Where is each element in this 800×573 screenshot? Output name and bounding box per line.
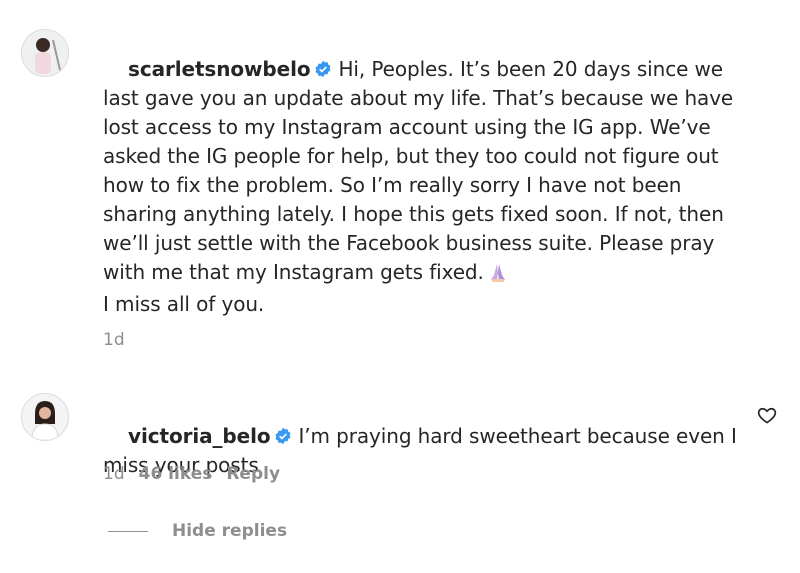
hide-replies-button[interactable]: Hide replies [108,519,287,543]
reply-button[interactable]: Reply [226,464,280,484]
reply-username[interactable]: victoria_belo [128,424,271,448]
verified-badge-icon [315,60,331,78]
avatar-image [22,30,68,76]
praying-hands-icon [490,264,505,282]
reply-likes-count[interactable]: 46 likes [139,464,213,484]
heart-icon[interactable] [757,405,777,425]
comment-extra-text: I miss all of you. [103,292,265,316]
hide-replies-divider [108,530,148,532]
comment-username[interactable]: scarletsnowbelo [128,57,311,81]
reply-meta: 1d 46 likes Reply [103,464,280,484]
avatar-image [22,394,68,440]
avatar-victoria_belo[interactable] [21,393,69,441]
comment-text: Hi, Peoples. It’s been 20 days since we … [103,57,740,284]
verified-badge-icon [275,427,291,445]
reply-time: 1d [103,464,125,484]
comment-time: 1d [103,330,125,350]
avatar-scarletsnowbelo[interactable] [21,29,69,77]
hide-replies-label: Hide replies [172,521,288,541]
